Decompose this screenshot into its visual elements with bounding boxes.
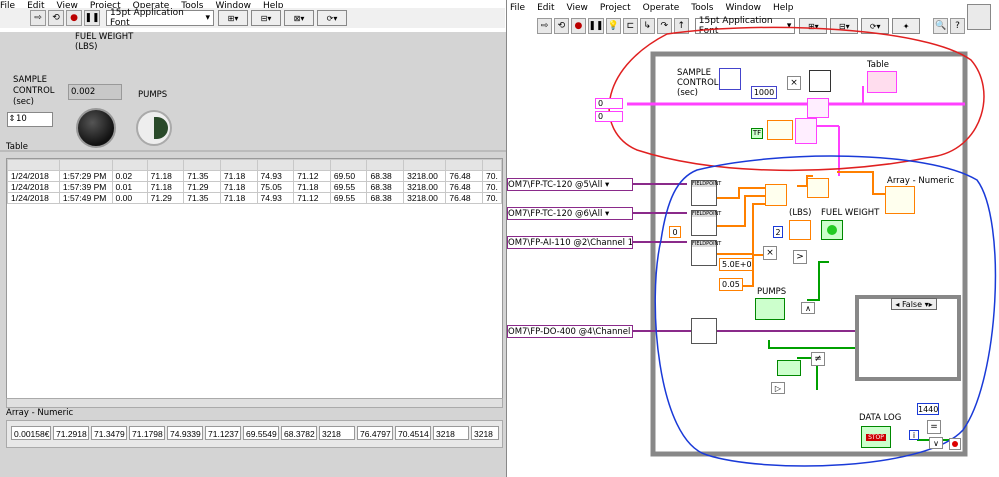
array-cell[interactable]: 74.9339 <box>167 426 203 440</box>
not-equal-icon[interactable]: ≠ <box>811 352 825 366</box>
multiply-icon[interactable]: × <box>787 76 801 90</box>
pumps-label: PUMPS <box>138 90 168 100</box>
run-arrow-icon[interactable]: ⇨ <box>30 10 46 26</box>
channel-constant[interactable]: OM7\FP-TC-120 @6\All ▾ <box>507 207 633 220</box>
horizontal-scrollbar[interactable] <box>6 398 503 408</box>
multiply-2-icon[interactable]: × <box>763 246 777 260</box>
array-numeric: 0.00158€ 71.2918 71.3479 71.1798 74.9339… <box>6 420 503 448</box>
table-row: 1/24/2018 1:57:49 PM 0.00 71.29 71.35 71.18 74… <box>7 192 502 204</box>
build-array-2-icon[interactable] <box>795 118 817 144</box>
red-annotation-circle <box>608 26 985 172</box>
pump-indicator-icon <box>154 117 168 139</box>
table-row: 1/24/2018 1:57:29 PM 0.02 71.18 71.35 71.18 74… <box>7 170 502 182</box>
sample-control-terminal[interactable] <box>719 68 741 90</box>
pumps-terminal[interactable] <box>755 298 785 320</box>
channel-constant[interactable]: OM7\FP-TC-120 @5\All ▾ <box>507 178 633 191</box>
wait-timer-icon[interactable] <box>809 70 831 92</box>
reorder-icon[interactable]: ⟳▾ <box>317 10 347 26</box>
greater-than-icon[interactable]: > <box>793 250 807 264</box>
lbs-label: (LBS) <box>789 208 812 218</box>
array-label: Array - Numeric <box>6 408 74 418</box>
data-table[interactable]: 1/24/2018 1:57:29 PM 0.02 71.18 71.35 71.18 74… <box>6 158 503 400</box>
feedback-node-icon[interactable] <box>777 360 801 376</box>
build-array-3-icon[interactable] <box>765 184 787 206</box>
align-icon[interactable]: ⊞▾ <box>218 10 248 26</box>
array-cell[interactable]: 3218 <box>319 426 355 440</box>
const-0[interactable]: 0 <box>669 226 681 238</box>
array-cell[interactable]: 71.3479 <box>91 426 127 440</box>
channel-constant[interactable]: OM7\FP-AI-110 @2\Channel 1 ▾ <box>507 236 633 249</box>
stepper-icon[interactable]: ⇕ <box>8 113 16 126</box>
array-cell[interactable]: 71.2918 <box>53 426 89 440</box>
fieldpoint-read-icon[interactable]: FIELDPOINT <box>691 180 721 206</box>
front-panel: FUEL WEIGHT (LBS) 0.002 SAMPLE CONTROL (sec… <box>0 32 506 477</box>
table-terminal-label: Table <box>867 60 889 70</box>
led-icon <box>827 225 837 235</box>
sample-control-terminal-label: SAMPLE CONTROL (sec) <box>677 68 719 98</box>
const-2[interactable]: 2 <box>773 226 783 238</box>
not-icon[interactable]: ▷ <box>771 382 785 394</box>
case-selector[interactable]: ◂ False ▾▸ <box>891 298 937 310</box>
fuel-weight-terminal-label: FUEL WEIGHT <box>821 208 880 218</box>
array-cell[interactable]: 76.4797 <box>357 426 393 440</box>
init-constant[interactable]: 0 <box>595 98 623 109</box>
const-005[interactable]: 0.05 <box>719 278 743 291</box>
fuel-weight-indicator: 0.002 <box>68 84 122 100</box>
fieldpoint-read-icon[interactable]: FIELDPOINT <box>691 210 721 236</box>
data-log-label: DATA LOG <box>859 413 902 423</box>
resize-icon[interactable]: ⊠▾ <box>284 10 314 26</box>
fieldpoint-write-icon[interactable] <box>691 318 717 344</box>
run-continuous-icon[interactable]: ⟲ <box>48 10 64 26</box>
init-constant[interactable]: 0 <box>595 111 623 122</box>
const-1440[interactable]: 1440 <box>917 403 939 415</box>
iteration-terminal: i <box>909 430 919 440</box>
left-toolbar: ⇨ ⟲ ● ❚❚ 15pt Application Font ▾ ⊞▾ ⊟▾ ⊠▾… <box>0 8 505 28</box>
build-array-icon[interactable] <box>807 98 829 118</box>
font-select[interactable]: 15pt Application Font ▾ <box>106 8 214 28</box>
stop-condition-icon[interactable] <box>949 438 961 450</box>
pause-icon[interactable]: ❚❚ <box>84 10 100 26</box>
fuel-led-icon <box>76 108 116 148</box>
abort-icon[interactable]: ● <box>66 10 82 26</box>
tf-constant-icon[interactable]: TF <box>751 128 763 139</box>
data-log-stop-button[interactable]: STOP <box>861 426 891 448</box>
pumps-terminal-label: PUMPS <box>757 287 787 297</box>
pumps-button[interactable] <box>136 110 172 146</box>
array-numeric-terminal-label: Array - Numeric <box>887 176 955 186</box>
chevron-down-icon: ▾ <box>205 13 210 23</box>
block-diagram-window: File Edit View Project Operate Tools Win… <box>506 0 999 477</box>
array-cell[interactable]: 3218 <box>433 426 469 440</box>
format-date-icon[interactable] <box>767 120 793 140</box>
equal-icon[interactable]: = <box>927 420 941 434</box>
table-header-row <box>7 159 502 171</box>
const-5e0[interactable]: 5.0E+0 <box>719 258 753 271</box>
and-icon[interactable]: ∧ <box>801 302 815 314</box>
array-numeric-terminal[interactable] <box>885 186 915 214</box>
channel-constant[interactable]: OM7\FP-DO-400 @4\Channel 1 ▾ <box>507 325 633 338</box>
divider <box>0 150 506 152</box>
sample-control-input[interactable]: ⇕10 <box>7 112 53 127</box>
array-cell[interactable]: 0.00158€ <box>11 426 51 440</box>
fieldpoint-read-icon[interactable]: FIELDPOINT <box>691 240 721 266</box>
const-1000[interactable]: 1000 <box>751 86 777 99</box>
array-cell[interactable]: 70.4514 <box>395 426 431 440</box>
fuel-weight-label: FUEL WEIGHT (LBS) <box>75 32 134 52</box>
or-icon[interactable]: ∨ <box>929 437 943 449</box>
sample-control-label: SAMPLE CONTROL (sec) <box>13 75 55 107</box>
table-row: 1/24/2018 1:57:39 PM 0.01 71.18 71.29 71.18 75… <box>7 181 502 193</box>
array-cell[interactable]: 71.1798 <box>129 426 165 440</box>
array-cell[interactable]: 3218 <box>471 426 499 440</box>
array-cell[interactable]: 69.5549 <box>243 426 279 440</box>
fuel-weight-numeric-terminal[interactable] <box>789 220 811 240</box>
concatenate-icon[interactable] <box>807 178 829 198</box>
array-cell[interactable]: 71.1237 <box>205 426 241 440</box>
fuel-led-terminal[interactable] <box>821 220 843 240</box>
distribute-icon[interactable]: ⊟▾ <box>251 10 281 26</box>
array-cell[interactable]: 68.3782 <box>281 426 317 440</box>
table-terminal[interactable] <box>867 71 897 93</box>
